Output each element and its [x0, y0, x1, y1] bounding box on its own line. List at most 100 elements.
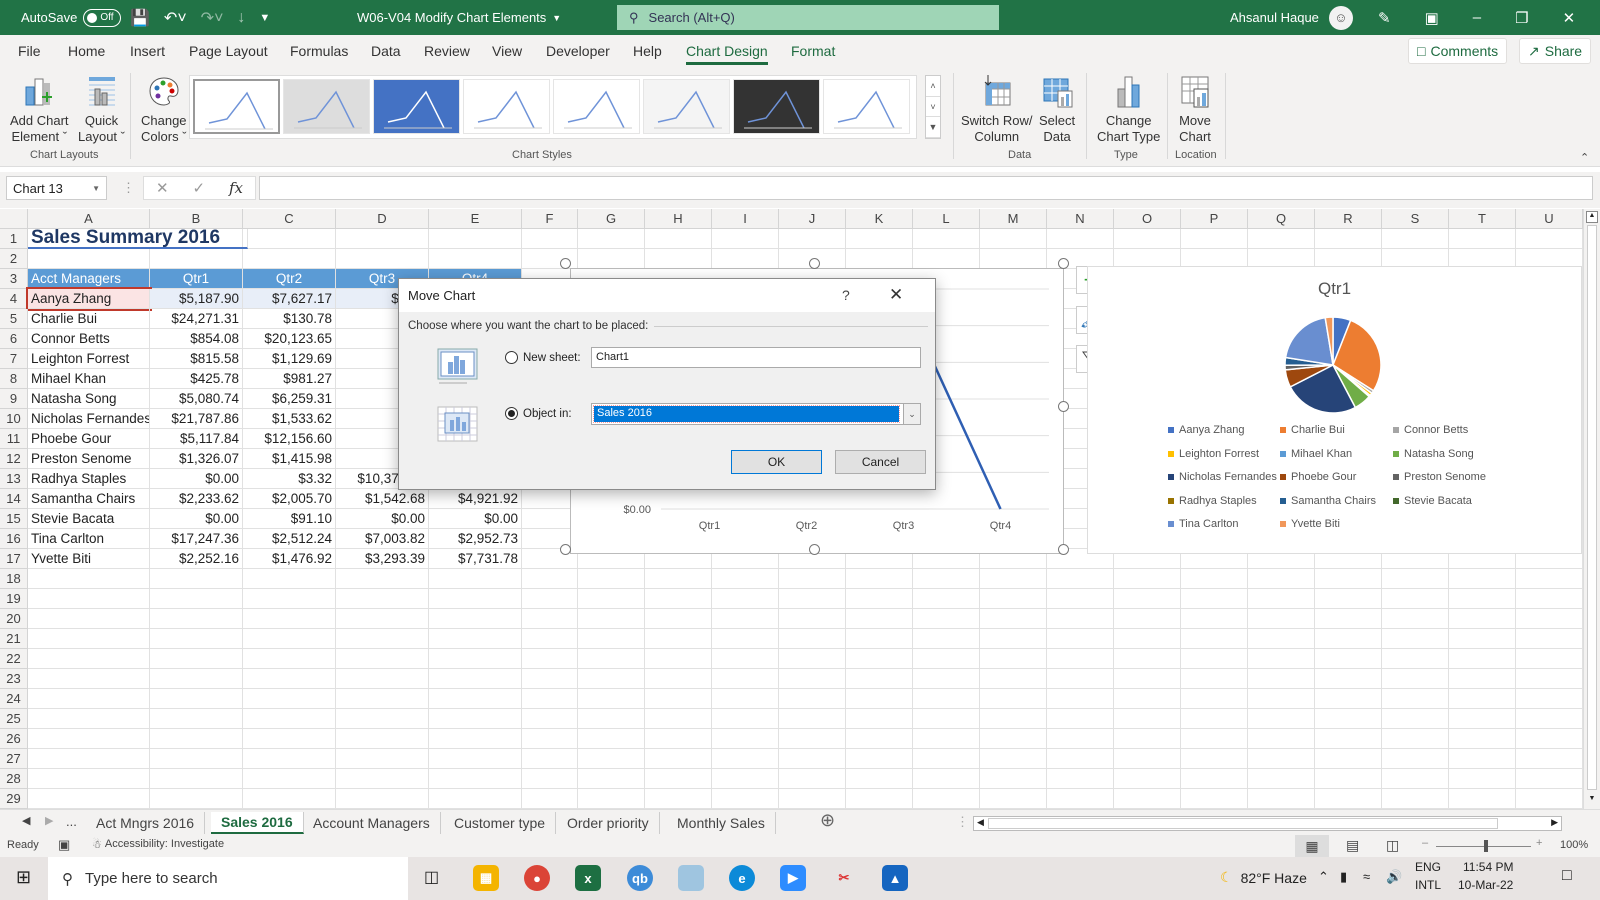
cell-M23[interactable]: [980, 669, 1047, 689]
cell-C29[interactable]: [243, 789, 336, 809]
legend-item[interactable]: Tina Carlton: [1168, 518, 1239, 530]
cell-C21[interactable]: [243, 629, 336, 649]
cell-T23[interactable]: [1449, 669, 1516, 689]
cell-C15[interactable]: $91.10: [243, 509, 336, 529]
cell-F25[interactable]: [522, 709, 578, 729]
cell-R28[interactable]: [1315, 769, 1382, 789]
insert-function-icon[interactable]: fx: [229, 179, 243, 197]
cell-R27[interactable]: [1315, 749, 1382, 769]
cell-C28[interactable]: [243, 769, 336, 789]
cell-A24[interactable]: [28, 689, 150, 709]
cell-D1[interactable]: [336, 229, 429, 249]
cell-D2[interactable]: [336, 249, 429, 269]
column-header-P[interactable]: P: [1181, 209, 1248, 229]
wifi-icon[interactable]: ≈: [1363, 869, 1370, 884]
comments-button[interactable]: □ Comments: [1408, 38, 1508, 64]
row-header-2[interactable]: 2: [0, 249, 28, 269]
new-sheet-radio-button[interactable]: [505, 351, 518, 364]
row-header-20[interactable]: 20: [0, 609, 28, 629]
cell-H28[interactable]: [645, 769, 712, 789]
cell-E26[interactable]: [429, 729, 522, 749]
cell-G26[interactable]: [578, 729, 645, 749]
cell-O24[interactable]: [1114, 689, 1181, 709]
share-button[interactable]: ↗ Share: [1519, 38, 1592, 64]
cell-K27[interactable]: [846, 749, 913, 769]
scroll-left-icon[interactable]: ◀: [977, 817, 984, 828]
cell-T22[interactable]: [1449, 649, 1516, 669]
cell-C23[interactable]: [243, 669, 336, 689]
cell-M26[interactable]: [980, 729, 1047, 749]
cell-G18[interactable]: [578, 569, 645, 589]
cell-C20[interactable]: [243, 609, 336, 629]
row-header-28[interactable]: 28: [0, 769, 28, 789]
cell-G20[interactable]: [578, 609, 645, 629]
cell-N29[interactable]: [1047, 789, 1114, 809]
object-in-select[interactable]: Sales 2016 ⌄: [591, 403, 921, 425]
cell-K25[interactable]: [846, 709, 913, 729]
cell-C27[interactable]: [243, 749, 336, 769]
cell-B9[interactable]: $5,080.74: [150, 389, 243, 409]
cell-J18[interactable]: [779, 569, 846, 589]
cell-S25[interactable]: [1382, 709, 1449, 729]
cell-B24[interactable]: [150, 689, 243, 709]
macro-recording-icon[interactable]: ▣: [58, 837, 70, 853]
cell-K23[interactable]: [846, 669, 913, 689]
avatar[interactable]: ☺: [1328, 5, 1353, 30]
resize-handle[interactable]: [560, 544, 571, 555]
cell-F29[interactable]: [522, 789, 578, 809]
cell-M19[interactable]: [980, 589, 1047, 609]
cell-G28[interactable]: [578, 769, 645, 789]
cell-U21[interactable]: [1516, 629, 1583, 649]
cell-G27[interactable]: [578, 749, 645, 769]
cell-I24[interactable]: [712, 689, 779, 709]
legend-item[interactable]: Charlie Bui: [1280, 424, 1345, 436]
new-sheet-button[interactable]: ⊕: [820, 810, 835, 831]
cell-S29[interactable]: [1382, 789, 1449, 809]
chart-style-7[interactable]: [733, 79, 820, 134]
cell-B18[interactable]: [150, 569, 243, 589]
cell-T25[interactable]: [1449, 709, 1516, 729]
cell-O27[interactable]: [1114, 749, 1181, 769]
legend-item[interactable]: Phoebe Gour: [1280, 471, 1356, 483]
cell-O20[interactable]: [1114, 609, 1181, 629]
legend-item[interactable]: Nicholas Fernandes: [1168, 471, 1277, 483]
gallery-expand[interactable]: ▼: [926, 117, 940, 139]
clock-date[interactable]: 10-Mar-22: [1458, 878, 1513, 892]
cell-B4[interactable]: $5,187.90: [150, 289, 243, 309]
task-view-icon[interactable]: ◫: [424, 867, 439, 887]
new-sheet-radio[interactable]: New sheet:: [505, 351, 581, 364]
cell-B19[interactable]: [150, 589, 243, 609]
cell-Q20[interactable]: [1248, 609, 1315, 629]
cell-C11[interactable]: $12,156.60: [243, 429, 336, 449]
vertical-scroll-thumb[interactable]: [1587, 225, 1597, 790]
cell-G23[interactable]: [578, 669, 645, 689]
cell-D23[interactable]: [336, 669, 429, 689]
row-header-10[interactable]: 10: [0, 409, 28, 429]
row-header-15[interactable]: 15: [0, 509, 28, 529]
horizontal-scrollbar[interactable]: ◀ ▶: [973, 816, 1562, 831]
photos-icon[interactable]: ▲: [882, 865, 908, 891]
pie-chart[interactable]: Qtr1 Aanya Zhang Charlie Bui Connor Betts L…: [1087, 266, 1582, 554]
cell-I20[interactable]: [712, 609, 779, 629]
cell-N26[interactable]: [1047, 729, 1114, 749]
row-header-12[interactable]: 12: [0, 449, 28, 469]
cell-Q1[interactable]: [1248, 229, 1315, 249]
cell-J22[interactable]: [779, 649, 846, 669]
row-header-7[interactable]: 7: [0, 349, 28, 369]
legend-item[interactable]: Radhya Staples: [1168, 495, 1257, 507]
cell-Q24[interactable]: [1248, 689, 1315, 709]
cell-C14[interactable]: $2,005.70: [243, 489, 336, 509]
row-header-16[interactable]: 16: [0, 529, 28, 549]
cell-H21[interactable]: [645, 629, 712, 649]
scroll-up-icon[interactable]: ▲: [1586, 211, 1598, 223]
normal-view-icon[interactable]: ▦: [1295, 835, 1329, 857]
cell-R21[interactable]: [1315, 629, 1382, 649]
cell-A8[interactable]: Mihael Khan: [28, 369, 150, 389]
cell-M29[interactable]: [980, 789, 1047, 809]
cell-E16[interactable]: $2,952.73: [429, 529, 522, 549]
new-sheet-input[interactable]: Chart1: [591, 347, 921, 368]
cell-A19[interactable]: [28, 589, 150, 609]
cell-L29[interactable]: [913, 789, 980, 809]
resize-handle[interactable]: [809, 544, 820, 555]
document-title[interactable]: W06-V04 Modify Chart Elements ▼: [357, 0, 561, 35]
